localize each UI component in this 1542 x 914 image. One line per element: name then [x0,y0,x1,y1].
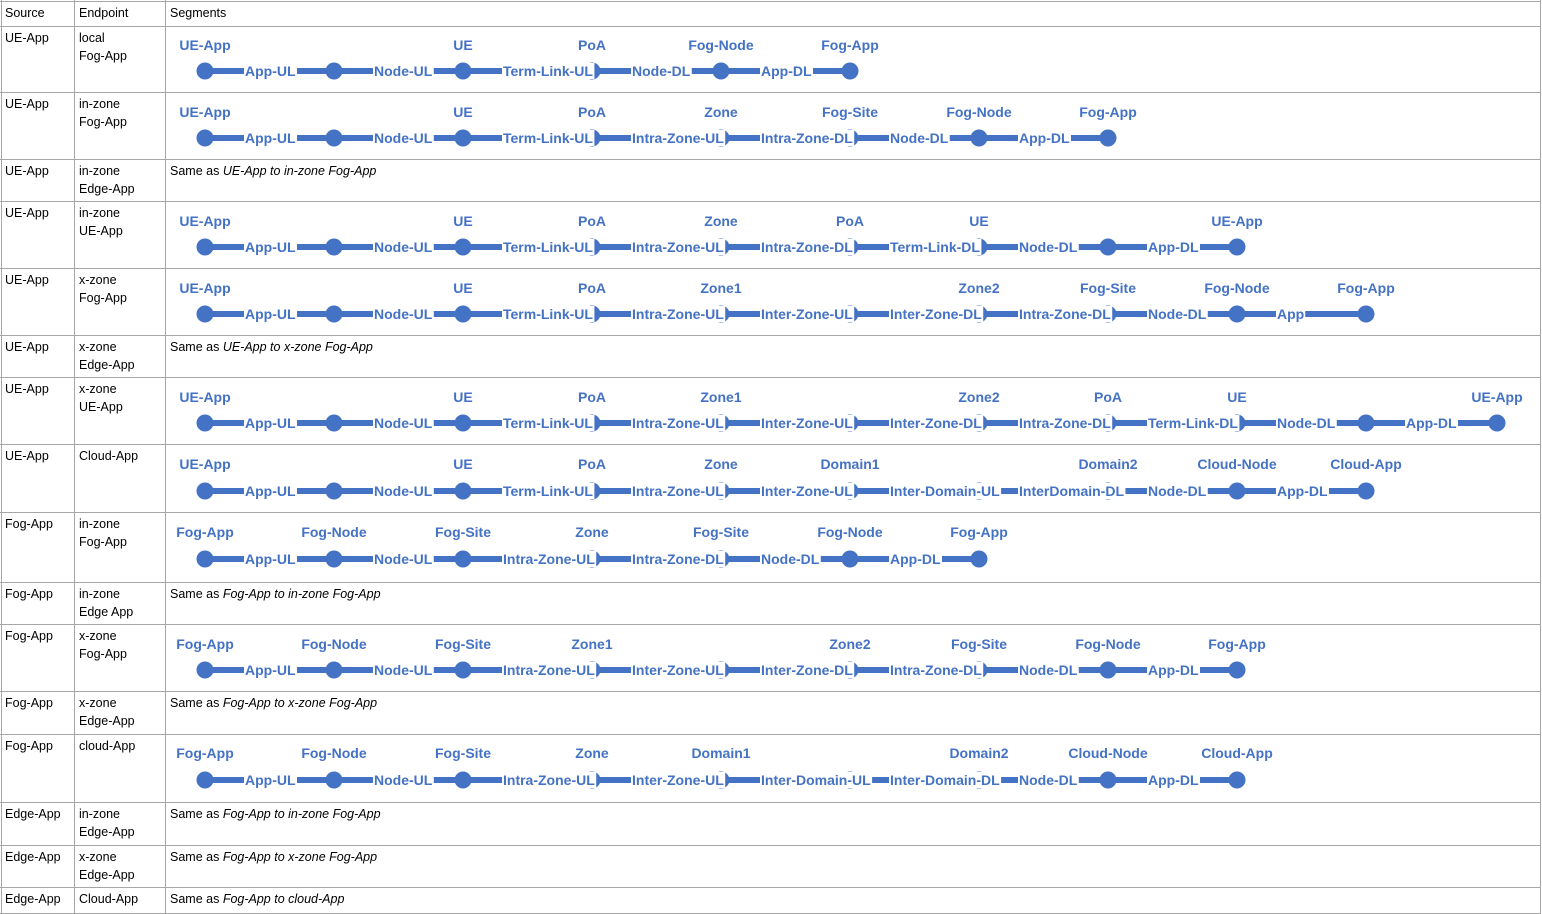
source-cell: Edge-App [5,850,61,864]
segment-label: Inter-Zone-UL [632,772,724,788]
segment-label: Inter-Domain-DL [890,772,1000,788]
note-prefix: Same as [170,892,223,906]
path-node [325,771,343,789]
segment-label: App-UL [245,772,296,788]
same-as-note: Same as Fog-App to cloud-App [170,890,344,908]
path-node [1228,771,1246,789]
segment-label: Node-DL [1019,772,1078,788]
note-reference: Fog-App to cloud-App [222,892,345,906]
column-gridline [1540,0,1541,913]
path-node [454,771,472,789]
path-node [1488,414,1506,432]
source-cell: Edge-App [5,807,61,821]
segments-table: Source Endpoint Segments UE-App local Fog-… [0,0,1542,914]
node-label: Fog-App [176,745,234,761]
same-as-note: Same as Fog-App to in-zone Fog-App [170,805,381,823]
segment-label: Intra-Zone-UL [503,772,595,788]
same-as-note: Same as Fog-App to x-zone Fog-App [170,848,377,866]
segment-label: Inter-Domain-UL [761,772,871,788]
node-label: Fog-Node [301,745,367,761]
segment-label: Node-UL [374,772,433,788]
node-label: UE-App [1471,389,1522,405]
segment-diagram: App-UL Node-UL Intra-Zone-UL Inter-Zone-UL I… [176,745,1273,789]
node-label: Cloud-Node [1068,745,1148,761]
segment-label: App-DL [1406,415,1457,431]
note-prefix: Same as [170,850,223,864]
node-label: Domain1 [691,745,750,761]
endpoint-cell: x-zone [79,850,117,864]
node-label: Zone [575,745,609,761]
node-label: Cloud-App [1201,745,1273,761]
node-label: Domain2 [949,745,1008,761]
endpoint-cell: Edge-App [79,868,135,882]
note-prefix: Same as [170,807,223,821]
path-node [1099,771,1117,789]
endpoint-cell: Edge-App [79,825,135,839]
segment-label: App-DL [1148,772,1199,788]
note-reference: Fog-App to x-zone Fog-App [222,850,378,864]
node-label: Fog-Site [435,745,491,761]
source-cell: Edge-App [5,892,61,906]
note-reference: Fog-App to in-zone Fog-App [222,807,381,821]
path-node [196,771,214,789]
endpoint-cell: in-zone [79,807,120,821]
endpoint-cell: Cloud-App [79,892,139,906]
